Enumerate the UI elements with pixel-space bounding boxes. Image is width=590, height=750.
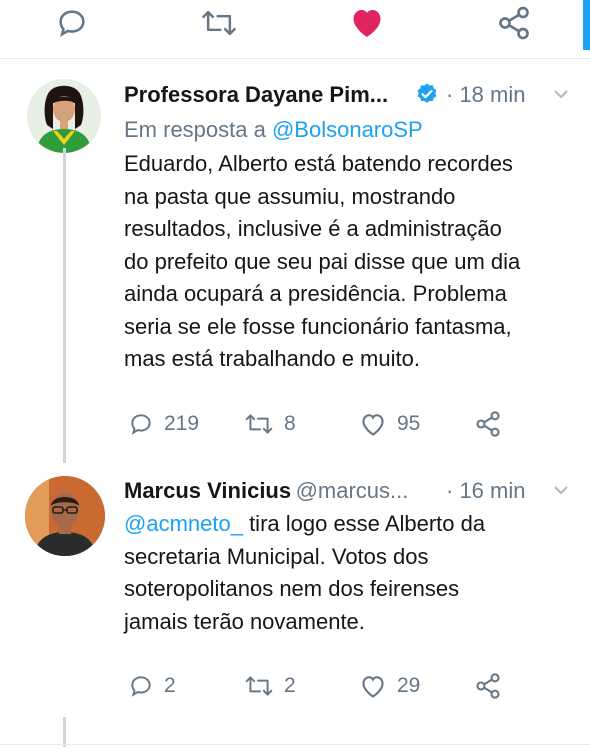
thread-connector <box>63 717 66 747</box>
tweet-text-line: Eduardo, Alberto está batendo recordes <box>124 151 513 176</box>
like-count: 95 <box>397 412 421 435</box>
reply-icon[interactable] <box>128 673 154 699</box>
retweet-icon[interactable] <box>244 673 274 699</box>
reply-count: 2 <box>164 674 176 697</box>
avatar[interactable] <box>27 79 101 153</box>
reply-action[interactable]: 2 <box>128 673 176 699</box>
tweet-2[interactable]: Marcus Vinicius @marcus... · 16 min @acm… <box>0 458 590 720</box>
tweet-text-line: seria se ele fosse funcionário fantasma, <box>124 313 512 339</box>
chevron-down-icon[interactable] <box>553 484 569 496</box>
retweet-count: 2 <box>284 674 296 697</box>
retweet-action[interactable]: 8 <box>244 411 296 437</box>
share-icon[interactable] <box>496 5 532 41</box>
reply-icon[interactable] <box>128 411 154 437</box>
retweet-action[interactable]: 2 <box>244 673 296 699</box>
tweet-text-line: ainda ocupará a presidência. Problema <box>124 281 507 306</box>
thread-connector <box>63 148 66 463</box>
verified-badge-icon <box>415 82 439 106</box>
tweet-text-fragment: tira logo esse Alberto da <box>242 511 486 536</box>
heart-outline-icon[interactable] <box>359 673 387 699</box>
tweet-time: · 18 min <box>446 82 526 107</box>
tweet-text: @acmneto_ tira logo esse Alberto da secr… <box>124 508 579 638</box>
author-line: Marcus Vinicius @marcus... <box>124 478 408 504</box>
like-action[interactable]: 95 <box>359 411 420 437</box>
like-count: 29 <box>397 674 421 697</box>
tweet-text-line: soteropolitanos nem dos feirenses <box>124 576 460 601</box>
author-name[interactable]: Professora Dayane Pim... <box>124 82 388 108</box>
heart-icon[interactable] <box>349 5 385 39</box>
reply-action[interactable]: 219 <box>128 411 199 437</box>
reply-context: Em resposta a @BolsonaroSP <box>124 117 423 143</box>
tweet-text-line: resultados, inclusive é a administração <box>124 216 502 241</box>
reply-count: 219 <box>164 412 200 435</box>
retweet-icon[interactable] <box>244 411 274 437</box>
share-icon[interactable] <box>474 410 502 438</box>
tweet-1[interactable]: Professora Dayane Pim... · 18 min Em res… <box>0 58 590 458</box>
mention-link[interactable]: @acmneto_ <box>124 511 243 536</box>
reply-prefix: Em resposta a <box>124 117 266 142</box>
scrollbar[interactable] <box>583 0 590 50</box>
reply-icon[interactable] <box>55 6 89 40</box>
reply-handle-link[interactable]: @BolsonaroSP <box>272 117 423 142</box>
tweet-text-line: do prefeito que seu pai disse que um dia <box>124 248 521 274</box>
author-name[interactable]: Marcus Vinicius <box>124 478 291 503</box>
tweet-text-line: na pasta que assumiu, mostrando <box>124 183 456 209</box>
tweet-text-line: mas está trabalhando e muito. <box>124 346 420 371</box>
chevron-down-icon[interactable] <box>553 88 569 100</box>
author-handle[interactable]: @marcus... <box>296 478 409 503</box>
tweet-text-line: secretaria Municipal. Votos dos <box>124 543 429 569</box>
tweet-time: · 16 min <box>446 478 526 503</box>
share-icon[interactable] <box>474 672 502 700</box>
retweet-count: 8 <box>284 412 296 435</box>
tweet-text-line: @acmneto_ tira logo esse Alberto da <box>124 508 579 541</box>
avatar[interactable] <box>25 476 105 556</box>
divider <box>0 744 590 745</box>
retweet-icon[interactable] <box>200 6 238 40</box>
heart-outline-icon[interactable] <box>359 411 387 437</box>
like-action[interactable]: 29 <box>359 673 420 699</box>
tweet-text: Eduardo, Alberto está batendo recordes n… <box>124 148 579 376</box>
tweet-text-line: jamais terão novamente. <box>124 608 365 634</box>
